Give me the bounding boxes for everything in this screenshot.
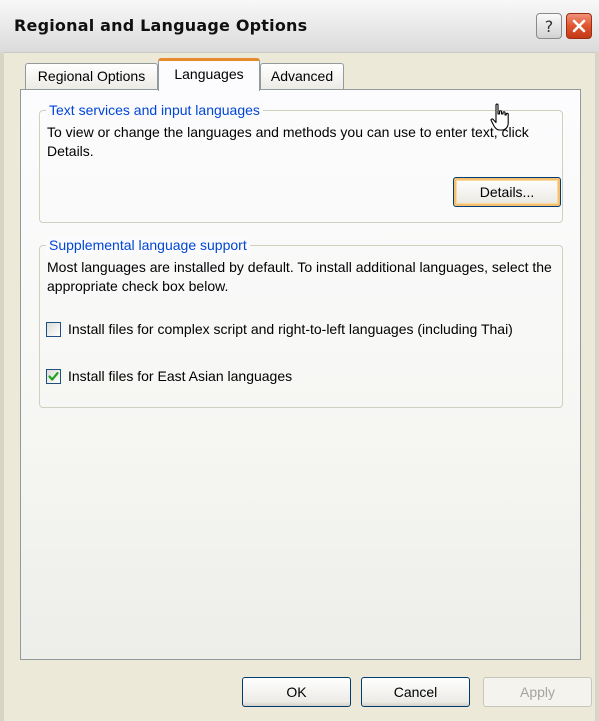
tab-regional-options[interactable]: Regional Options <box>25 63 158 89</box>
close-button[interactable] <box>566 13 592 39</box>
ok-button[interactable]: OK <box>242 677 351 707</box>
text-services-legend: Text services and input languages <box>46 101 263 119</box>
apply-button[interactable]: Apply <box>483 677 592 707</box>
tab-advanced[interactable]: Advanced <box>260 63 344 89</box>
window-title: Regional and Language Options <box>14 16 308 35</box>
text-services-group: Text services and input languages To vie… <box>39 101 563 223</box>
supplemental-legend: Supplemental language support <box>46 236 250 254</box>
details-button[interactable]: Details... <box>453 177 561 207</box>
complex-script-label: Install files for complex script and rig… <box>68 321 513 337</box>
east-asian-checkbox[interactable] <box>46 369 61 384</box>
east-asian-label: Install files for East Asian languages <box>68 368 293 384</box>
window-border-left <box>0 52 4 721</box>
checkmark-icon <box>48 372 59 381</box>
complex-script-checkbox[interactable] <box>46 322 61 337</box>
help-icon: ? <box>545 17 554 36</box>
text-services-description: To view or change the languages and meth… <box>47 124 529 159</box>
close-icon <box>572 19 586 33</box>
dialog-window: Regional and Language Options ? Regional… <box>0 0 599 721</box>
title-bar[interactable]: Regional and Language Options ? <box>0 0 599 53</box>
cancel-button[interactable]: Cancel <box>361 677 470 707</box>
svg-text:?: ? <box>545 17 554 36</box>
tab-panel-languages: Text services and input languages To vie… <box>20 89 581 660</box>
mouse-pointer-icon <box>490 103 509 131</box>
window-border-right <box>595 52 599 721</box>
help-button[interactable]: ? <box>536 13 562 39</box>
tab-languages[interactable]: Languages <box>158 58 260 91</box>
supplemental-description: Most languages are installed by default.… <box>47 259 552 294</box>
